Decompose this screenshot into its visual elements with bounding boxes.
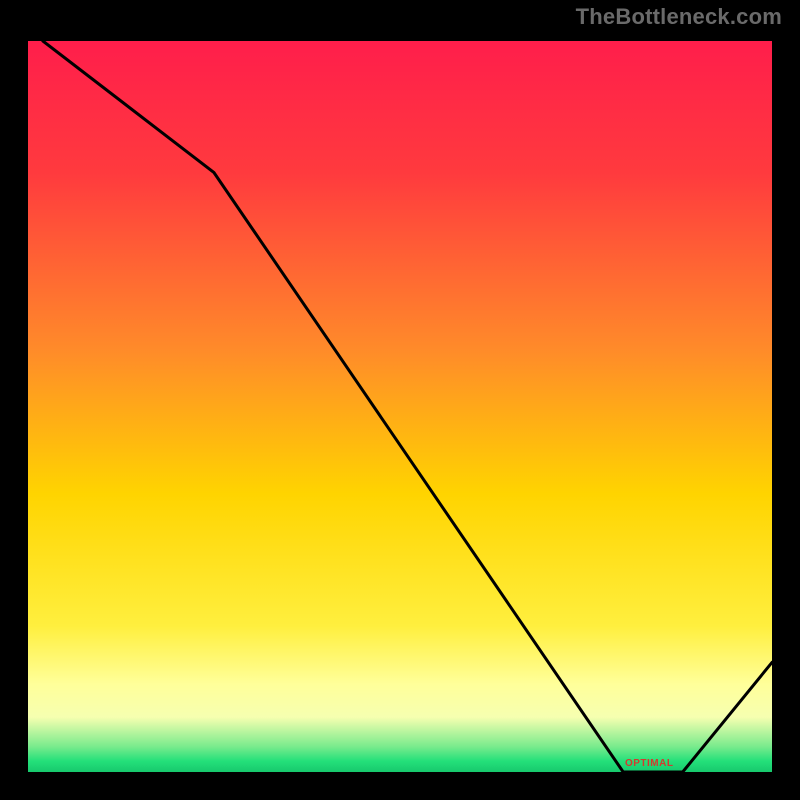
optimal-label: OPTIMAL	[625, 758, 674, 769]
watermark: TheBottleneck.com	[576, 4, 782, 30]
bottleneck-chart	[0, 0, 800, 800]
chart-container: OPTIMAL TheBottleneck.com	[0, 0, 800, 800]
heat-gradient	[28, 41, 772, 772]
